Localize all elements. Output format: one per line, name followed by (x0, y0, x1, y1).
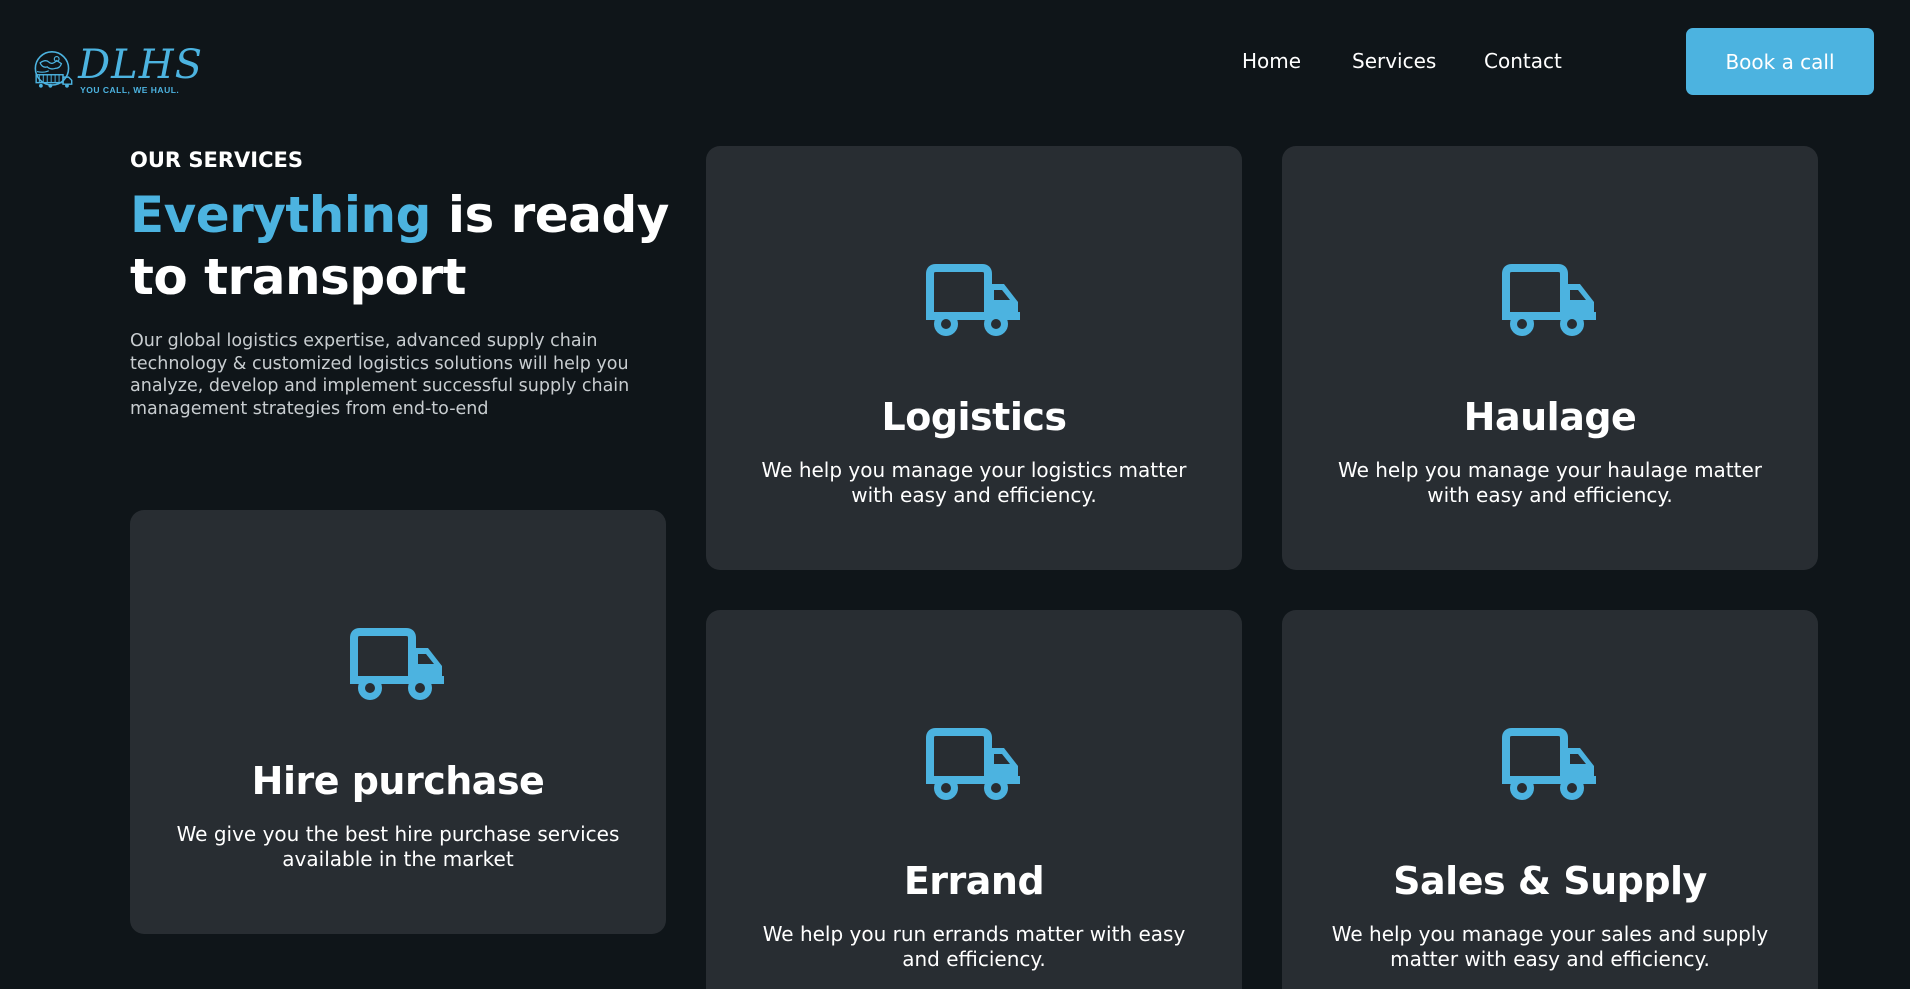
section-description: Our global logistics expertise, advanced… (130, 331, 630, 419)
truck-icon (926, 264, 1020, 336)
service-description: We help you manage your sales and supply… (1331, 922, 1769, 971)
book-a-call-button[interactable]: Book a call (1686, 28, 1874, 95)
section-headline: Everything is ready to transport (130, 184, 670, 308)
service-card-hire-purchase[interactable]: Hire purchase We give you the best hire … (130, 510, 666, 934)
truck-icon (1502, 264, 1596, 336)
service-card-sales-supply[interactable]: Sales & Supply We help you manage your s… (1282, 610, 1818, 989)
truck-icon (1502, 728, 1596, 800)
service-card-errand[interactable]: Errand We help you run errands matter wi… (706, 610, 1242, 989)
brand-name: DLHS (78, 42, 203, 89)
headline-part-1: is ready (430, 186, 670, 244)
service-description: We give you the best hire purchase servi… (176, 822, 620, 871)
headline-accent: Everything (130, 186, 431, 244)
service-title: Errand (903, 859, 1045, 903)
globe-truck-logo-icon (34, 51, 73, 88)
nav-contact-link[interactable]: Contact (1484, 49, 1562, 73)
brand-tagline: YOU CALL, WE HAUL. (80, 85, 180, 96)
service-title: Sales & Supply (1393, 859, 1707, 903)
section-eyebrow: OUR SERVICES (130, 148, 303, 172)
service-title: Haulage (1463, 395, 1637, 439)
service-description: We help you manage your haulage matter w… (1337, 458, 1763, 507)
truck-icon (926, 728, 1020, 800)
service-title: Hire purchase (251, 759, 545, 803)
nav-services-link[interactable]: Services (1352, 49, 1436, 73)
headline-part-2: to transport (130, 248, 467, 306)
brand-logo[interactable]: DLHS YOU CALL, WE HAUL. (33, 44, 203, 96)
service-title: Logistics (881, 395, 1068, 439)
service-card-logistics[interactable]: Logistics We help you manage your logist… (706, 146, 1242, 570)
truck-icon (350, 628, 444, 700)
service-description: We help you manage your logistics matter… (761, 458, 1187, 507)
nav-home-link[interactable]: Home (1242, 49, 1301, 73)
service-card-haulage[interactable]: Haulage We help you manage your haulage … (1282, 146, 1818, 570)
site-header: DLHS YOU CALL, WE HAUL. Home Services Co… (0, 0, 1910, 124)
service-description: We help you run errands matter with easy… (762, 922, 1186, 971)
